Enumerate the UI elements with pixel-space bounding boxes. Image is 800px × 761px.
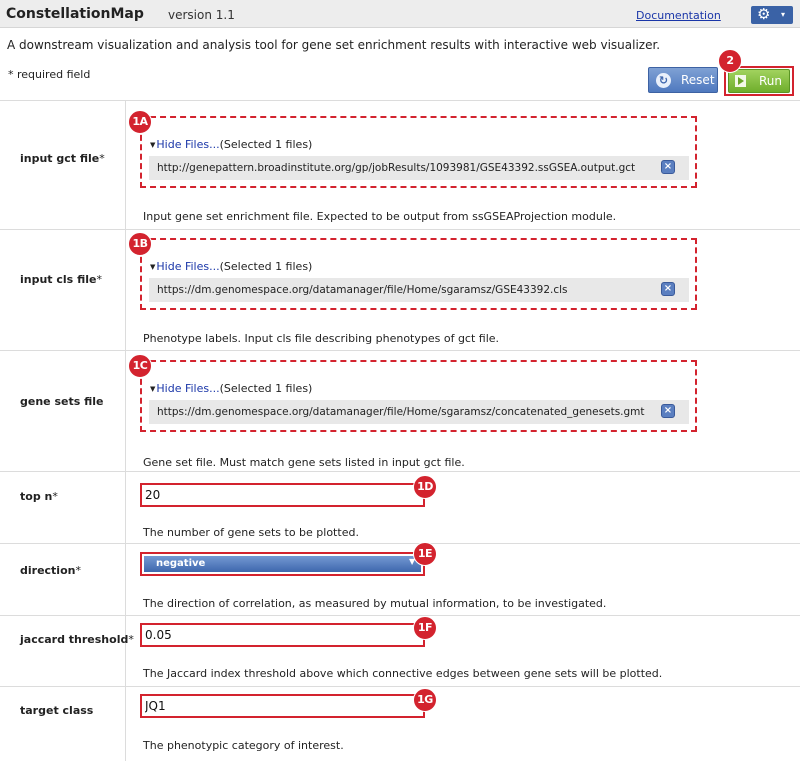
cls-file-toggle: ▼Hide Files...(Selected 1 files) [150, 260, 312, 273]
param-description-target: The phenotypic category of interest. [143, 739, 344, 752]
required-field-note: * required field [8, 68, 91, 81]
column-divider [125, 100, 126, 761]
title-bar: ConstellationMap version 1.1 Documentati… [0, 0, 800, 28]
file-url: https://dm.genomespace.org/datamanager/f… [157, 284, 568, 296]
callout-badge-cls: 1B [128, 232, 152, 256]
direction-select[interactable]: negative ▼ [144, 556, 421, 572]
callout-badge-target: 1G [413, 688, 437, 712]
app-version: version 1.1 [168, 8, 235, 22]
caret-down-icon: ▼ [150, 141, 156, 149]
gct-file-toggle: ▼Hide Files...(Selected 1 files) [150, 138, 312, 151]
file-url: https://dm.genomespace.org/datamanager/f… [157, 406, 645, 418]
file-url: http://genepattern.broadinstitute.org/gp… [157, 162, 636, 174]
param-label-target: target class [20, 704, 94, 717]
remove-file-icon[interactable]: × [661, 160, 675, 174]
module-description: A downstream visualization and analysis … [7, 38, 661, 52]
param-description-direction: The direction of correlation, as measure… [143, 597, 607, 610]
refresh-icon: ↻ [656, 73, 671, 88]
param-description-jaccard: The Jaccard index threshold above which … [143, 667, 663, 680]
genesets-file-box: ▼Hide Files...(Selected 1 files) https:/… [140, 360, 697, 432]
jaccard-threshold-input[interactable] [140, 623, 425, 647]
callout-badge-genesets: 1C [128, 354, 152, 378]
param-label-jaccard: jaccard threshold* [20, 633, 134, 646]
direction-selected-value: negative [156, 558, 206, 569]
hide-files-link[interactable]: Hide Files... [156, 138, 219, 151]
divider [0, 100, 800, 101]
param-label-genesets: gene sets file [20, 395, 104, 408]
callout-badge-gct: 1A [128, 110, 152, 134]
chevron-down-icon: ▾ [781, 10, 786, 19]
param-description-cls: Phenotype labels. Input cls file describ… [143, 332, 500, 345]
reset-button[interactable]: ↻ Reset [648, 67, 718, 93]
selected-count: (Selected 1 files) [219, 138, 313, 151]
caret-down-icon: ▼ [150, 385, 156, 393]
divider [0, 229, 800, 230]
gear-icon: ⚙ [757, 5, 771, 23]
run-button[interactable]: Run [728, 69, 790, 93]
target-class-input[interactable] [140, 694, 425, 718]
caret-down-icon: ▼ [150, 263, 156, 271]
divider [0, 471, 800, 472]
remove-file-icon[interactable]: × [661, 404, 675, 418]
divider [0, 543, 800, 544]
callout-badge-jaccard: 1F [413, 616, 437, 640]
param-description-gct: Input gene set enrichment file. Expected… [143, 210, 617, 223]
reset-label: Reset [681, 73, 715, 87]
param-description-genesets: Gene set file. Must match gene sets list… [143, 456, 465, 469]
callout-badge-topn: 1D [413, 475, 437, 499]
param-description-topn: The number of gene sets to be plotted. [143, 526, 359, 539]
divider [0, 686, 800, 687]
divider [0, 615, 800, 616]
param-label-cls: input cls file* [20, 273, 102, 286]
divider [0, 350, 800, 351]
callout-badge-run: 2 [718, 49, 742, 73]
hide-files-link[interactable]: Hide Files... [156, 382, 219, 395]
direction-select-frame: negative ▼ [140, 552, 425, 576]
documentation-link[interactable]: Documentation [636, 9, 721, 22]
param-label-topn: top n* [20, 490, 58, 503]
file-row: https://dm.genomespace.org/datamanager/f… [149, 278, 689, 302]
remove-file-icon[interactable]: × [661, 282, 675, 296]
selected-count: (Selected 1 files) [219, 260, 313, 273]
hide-files-link[interactable]: Hide Files... [156, 260, 219, 273]
param-label-direction: direction* [20, 564, 81, 577]
genesets-file-toggle: ▼Hide Files...(Selected 1 files) [150, 382, 312, 395]
selected-count: (Selected 1 files) [219, 382, 313, 395]
callout-badge-direction: 1E [413, 542, 437, 566]
cls-file-box: ▼Hide Files...(Selected 1 files) https:/… [140, 238, 697, 310]
param-label-gct: input gct file* [20, 152, 105, 165]
topn-input[interactable] [140, 483, 425, 507]
gear-menu-button[interactable]: ⚙ ▾ [751, 5, 793, 24]
play-icon [735, 75, 746, 87]
file-row: https://dm.genomespace.org/datamanager/f… [149, 400, 689, 424]
gct-file-box: ▼Hide Files...(Selected 1 files) http://… [140, 116, 697, 188]
run-label: Run [759, 74, 783, 88]
file-row: http://genepattern.broadinstitute.org/gp… [149, 156, 689, 180]
app-title: ConstellationMap [6, 6, 144, 22]
